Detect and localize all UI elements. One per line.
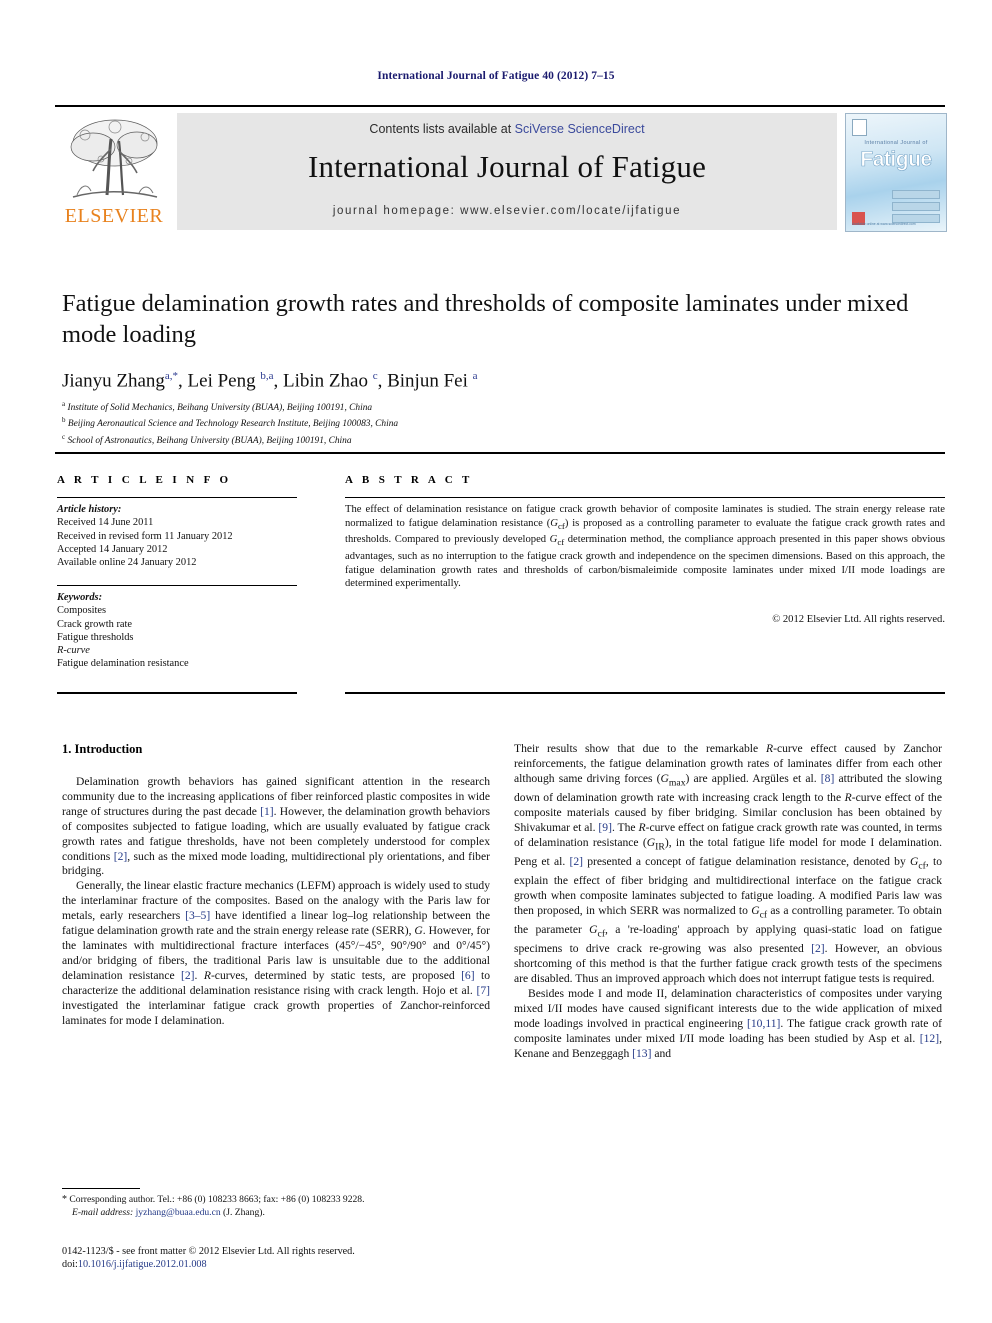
elsevier-tree-icon: [70, 119, 158, 198]
citation-ref[interactable]: [12]: [920, 1032, 939, 1045]
history-item: Accepted 14 January 2012: [57, 543, 168, 555]
citation-ref[interactable]: [6]: [461, 969, 475, 982]
author-marker: a: [472, 370, 478, 382]
journal-cover-thumbnail: International Journal of Fatigue Availab…: [845, 113, 947, 232]
paragraph: Besides mode I and mode II, delamination…: [514, 987, 942, 1060]
masthead-top-rule: [55, 105, 945, 107]
cover-bar: [892, 202, 940, 211]
affiliation-text: Institute of Solid Mechanics, Beihang Un…: [67, 403, 373, 414]
affiliation-text: Beijing Aeronautical Science and Technol…: [67, 419, 399, 430]
citation-ref[interactable]: [8]: [821, 772, 835, 785]
cover-line2: Fatigue: [860, 148, 932, 172]
doi-label: doi:: [62, 1259, 78, 1270]
elsevier-wordmark: ELSEVIER: [64, 205, 164, 227]
masthead-banner: Contents lists available at SciVerse Sci…: [177, 113, 837, 230]
doi-line: doi:10.1016/j.ijfatigue.2012.01.008: [62, 1258, 532, 1271]
history-item: Received 14 June 2011: [57, 517, 154, 529]
history-item: Received in revised form 11 January 2012: [57, 530, 233, 542]
footnote-rule: [62, 1188, 140, 1189]
affiliation-list: a Institute of Solid Mechanics, Beihang …: [62, 398, 942, 447]
history-item: Available online 24 January 2012: [57, 557, 197, 569]
cover-footer-text: Available online at www.sciencedirect.co…: [852, 222, 916, 226]
citation-ref[interactable]: [3–5]: [185, 909, 210, 922]
keyword-item: Composites: [57, 605, 107, 617]
email-link[interactable]: jyzhang@buaa.edu.cn: [136, 1207, 221, 1218]
cover-bar: [892, 190, 940, 199]
affiliation-marker: c: [62, 432, 66, 441]
affiliation-marker: a: [62, 400, 66, 408]
paragraph: Delamination growth behaviors has gained…: [62, 775, 490, 878]
journal-article-page: International Journal of Fatigue 40 (201…: [0, 0, 992, 1323]
corresponding-marker: *: [172, 370, 179, 382]
journal-homepage[interactable]: journal homepage: www.elsevier.com/locat…: [177, 205, 837, 217]
keyword-item: R-curve: [57, 645, 90, 657]
abstract-heading: A B S T R A C T: [345, 474, 473, 486]
keyword-item: Fatigue thresholds: [57, 631, 134, 643]
body-column-left: Delamination growth behaviors has gained…: [62, 775, 490, 1028]
corresponding-author-text: Corresponding author. Tel.: +86 (0) 1082…: [69, 1194, 365, 1205]
issn-copyright-block: 0142-1123/$ - see front matter © 2012 El…: [62, 1245, 532, 1271]
keyword-item: Fatigue delamination resistance: [57, 658, 189, 670]
affiliation-text: School of Astronautics, Beihang Universi…: [67, 435, 352, 446]
paragraph: Their results show that due to the remar…: [514, 742, 943, 986]
doi-link[interactable]: 10.1016/j.ijfatigue.2012.01.008: [78, 1259, 207, 1270]
abstract-copyright: © 2012 Elsevier Ltd. All rights reserved…: [772, 614, 945, 625]
author-list: Jianyu Zhanga,*, Lei Peng b,a, Libin Zha…: [62, 370, 478, 392]
paragraph: Generally, the linear elastic fracture m…: [62, 879, 491, 1027]
citation-ref[interactable]: [2]: [181, 969, 195, 982]
cover-elsevier-icon: [852, 119, 867, 136]
body-column-right: Their results show that due to the remar…: [514, 742, 942, 1062]
citation-ref[interactable]: [9]: [598, 821, 612, 834]
keywords-label: Keywords:: [57, 592, 103, 603]
cover-line1: International Journal of: [864, 140, 928, 146]
citation-ref[interactable]: [2]: [569, 855, 583, 868]
citation-ref[interactable]: [1]: [260, 805, 274, 818]
affiliation-marker: b: [62, 416, 66, 425]
citation-ref[interactable]: [10,11]: [747, 1017, 780, 1030]
article-info-heading: A R T I C L E I N F O: [57, 474, 232, 486]
affiliation-item: a Institute of Solid Mechanics, Beihang …: [62, 398, 942, 414]
corresponding-author-footnote: * Corresponding author. Tel.: +86 (0) 10…: [62, 1194, 490, 1219]
citation-ref[interactable]: [2]: [811, 942, 825, 955]
article-history: Article history: Received 14 June 2011 R…: [57, 503, 307, 569]
citation-ref[interactable]: [2]: [114, 850, 128, 863]
citation-ref[interactable]: [13]: [632, 1047, 651, 1060]
citation-ref[interactable]: [7]: [476, 984, 490, 997]
journal-title: International Journal of Fatigue: [307, 149, 707, 184]
cover-footer-block: Available online at www.sciencedirect.co…: [852, 212, 940, 226]
author-marker: b,a: [260, 370, 274, 382]
author-marker: c: [372, 370, 378, 382]
asterisk-icon: *: [62, 1194, 67, 1205]
contents-prefix: Contents lists available at: [369, 122, 515, 136]
email-owner: (J. Zhang).: [223, 1206, 265, 1218]
sciencedirect-link[interactable]: SciVerse ScienceDirect: [515, 122, 645, 136]
info-section-top-rule: [55, 452, 945, 454]
masthead: ELSEVIER Contents lists available at Sci…: [55, 110, 947, 232]
article-info-rule: [57, 497, 297, 499]
affiliation-item: c School of Astronautics, Beihang Univer…: [62, 431, 942, 447]
affiliation-item: b Beijing Aeronautical Science and Techn…: [62, 414, 942, 430]
article-info-bottom-rule: [57, 692, 297, 694]
issn-line: 0142-1123/$ - see front matter © 2012 El…: [62, 1246, 355, 1257]
running-head: International Journal of Fatigue 40 (201…: [377, 70, 615, 82]
keywords-list: Keywords: Composites Crack growth rate F…: [57, 591, 307, 671]
page-title: Fatigue delamination growth rates and th…: [62, 290, 909, 348]
keywords-rule: [57, 585, 297, 587]
email-label: E-mail address:: [72, 1206, 134, 1218]
abstract-rule: [345, 497, 945, 499]
abstract-bottom-rule: [345, 692, 945, 694]
elsevier-logo: ELSEVIER: [55, 113, 173, 230]
abstract-text: The effect of delamination resistance on…: [345, 504, 945, 590]
article-history-label: Article history:: [57, 504, 122, 515]
keyword-item: Crack growth rate: [57, 618, 133, 630]
author-marker: a,: [164, 370, 173, 382]
section-heading-introduction: 1. Introduction: [62, 742, 143, 756]
contents-lists-line: Contents lists available at SciVerse Sci…: [177, 122, 837, 136]
